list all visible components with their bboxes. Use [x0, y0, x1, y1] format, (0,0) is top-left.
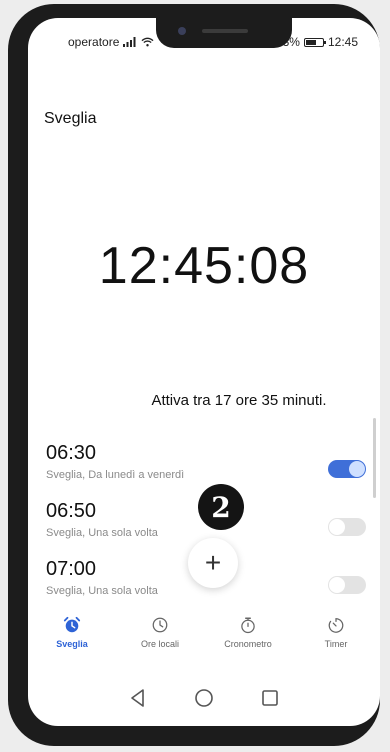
alarm-clock-icon [63, 616, 81, 633]
notch [156, 18, 292, 48]
battery-icon [303, 37, 326, 47]
back-icon[interactable] [127, 687, 149, 709]
current-time: 12:45:08 [98, 237, 310, 295]
recents-icon[interactable] [259, 687, 281, 709]
status-time: 12:45 [327, 35, 358, 49]
system-nav-bar [28, 678, 380, 718]
alarm-time: 06:30 [46, 442, 97, 464]
alarm-toggle[interactable] [328, 576, 366, 594]
tab-label: Cronometro [224, 639, 272, 649]
step-number-badge: 2 [198, 484, 244, 530]
battery-fill [305, 39, 317, 45]
tab-cronometro[interactable]: Cronometro [204, 610, 292, 666]
home-icon[interactable] [193, 687, 215, 709]
status-left: operatore [68, 35, 154, 49]
timer-icon [328, 618, 344, 633]
earpiece-speaker [202, 29, 248, 33]
phone-frame: operatore 63% 12:45 Sveglia 12:45:08 Att… [8, 4, 380, 746]
world-clock-icon [152, 617, 168, 633]
add-alarm-button[interactable]: + [188, 538, 238, 588]
toggle-knob [329, 577, 345, 593]
carrier-name: operatore [68, 35, 120, 49]
bottom-tab-bar: Sveglia Ore locali Cronometro Timer [28, 610, 380, 666]
screen: operatore 63% 12:45 Sveglia 12:45:08 Att… [28, 18, 380, 726]
tab-label: Sveglia [56, 639, 88, 649]
tab-label: Ore locali [140, 639, 179, 649]
toggle-knob [329, 519, 345, 535]
tab-sveglia[interactable]: Sveglia [28, 610, 116, 666]
tab-ore-locali[interactable]: Ore locali [116, 610, 204, 666]
alarm-toggle[interactable] [328, 460, 366, 478]
stopwatch-icon [241, 617, 255, 634]
alarm-toggle[interactable] [328, 518, 366, 536]
front-camera [178, 27, 186, 35]
next-alarm-info: Attiva tra 17 ore 35 minuti. [151, 392, 327, 409]
alarm-item[interactable]: 06:30 Sveglia, Da lunedì a venerdì [28, 436, 380, 494]
tab-label: Timer [324, 639, 348, 649]
toggle-knob [349, 461, 365, 477]
signal-icon [123, 37, 136, 47]
wifi-icon [141, 37, 154, 47]
tab-timer[interactable]: Timer [292, 610, 380, 666]
app-title: Sveglia [44, 110, 97, 127]
